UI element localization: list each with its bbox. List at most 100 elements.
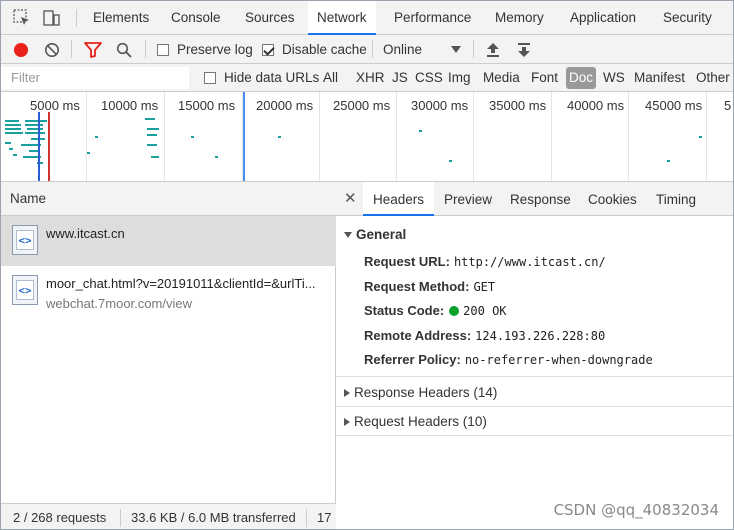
referrer-policy-key: Referrer Policy: xyxy=(364,352,461,367)
devtools-tabbar: Elements Console Sources Network Perform… xyxy=(1,1,733,35)
request-row[interactable]: <> moor_chat.html?v=20191011&clientId=&u… xyxy=(1,266,336,316)
request-domain: webchat.7moor.com/view xyxy=(46,296,192,311)
timeline-request-bar xyxy=(5,142,11,144)
timeline-request-bar xyxy=(27,128,43,130)
timeline-request-bar xyxy=(5,124,21,126)
filter-type-all[interactable]: All xyxy=(323,64,338,92)
tab-cookies[interactable]: Cookies xyxy=(588,182,637,216)
filter-type-js[interactable]: JS xyxy=(392,64,408,92)
response-headers-title: Response Headers (14) xyxy=(354,385,498,400)
throttling-value: Online xyxy=(383,42,423,57)
disable-cache-box[interactable] xyxy=(262,43,274,56)
domcontentloaded-marker xyxy=(38,112,40,181)
filter-toggle-button[interactable] xyxy=(84,35,102,64)
section-divider xyxy=(336,435,733,436)
load-event-marker xyxy=(48,112,50,181)
filter-bar: Filter Hide data URLs All XHR JS CSS Img… xyxy=(1,64,733,92)
hide-data-urls-box[interactable] xyxy=(204,72,216,84)
inspect-element-icon[interactable] xyxy=(13,9,31,27)
request-headers-toggle[interactable]: Request Headers (10) xyxy=(344,414,487,429)
response-headers-toggle[interactable]: Response Headers (14) xyxy=(344,385,497,400)
preserve-log-checkbox[interactable]: Preserve log xyxy=(157,35,253,64)
tab-memory[interactable]: Memory xyxy=(495,1,544,35)
preserve-log-box[interactable] xyxy=(157,43,169,56)
timeline-gridline xyxy=(86,92,87,181)
timeline-tick: 10000 ms xyxy=(101,98,159,113)
hide-data-urls-checkbox[interactable]: Hide data URLs xyxy=(204,64,319,92)
device-toolbar-icon[interactable] xyxy=(43,9,61,27)
timeline-request-bar xyxy=(667,160,670,162)
html-code-glyph: <> xyxy=(16,230,34,250)
general-section-toggle[interactable]: General xyxy=(344,227,406,242)
filter-type-css[interactable]: CSS xyxy=(415,64,443,92)
timeline-request-bar xyxy=(151,156,159,158)
filter-type-doc[interactable]: Doc xyxy=(566,67,597,89)
disable-cache-checkbox[interactable]: Disable cache xyxy=(262,35,367,64)
tab-application[interactable]: Application xyxy=(570,1,636,35)
tab-security[interactable]: Security xyxy=(663,1,712,35)
timeline-tick: 35000 ms xyxy=(489,98,547,113)
record-button[interactable] xyxy=(13,35,29,64)
timeline-request-bar xyxy=(145,118,155,120)
timeline-tick: 40000 ms xyxy=(567,98,625,113)
timeline-tick: 15000 ms xyxy=(178,98,236,113)
timeline-gridline xyxy=(551,92,552,181)
hide-data-urls-label: Hide data URLs xyxy=(224,70,320,85)
filter-input[interactable]: Filter xyxy=(1,67,189,89)
document-icon: <> xyxy=(12,275,38,305)
request-count: 2 / 268 requests xyxy=(13,510,107,525)
search-button[interactable] xyxy=(116,35,132,64)
status-code-value: 200 OK xyxy=(463,304,507,318)
filter-type-media[interactable]: Media xyxy=(483,64,520,92)
clear-button[interactable] xyxy=(44,35,60,64)
tab-response[interactable]: Response xyxy=(510,182,571,216)
tab-headers[interactable]: Headers xyxy=(363,182,435,216)
request-method-row: Request Method: GET xyxy=(364,279,495,294)
status-code-row: Status Code: 200 OK xyxy=(364,303,507,318)
referrer-policy-row: Referrer Policy: no-referrer-when-downgra… xyxy=(364,352,653,367)
network-overview-timeline[interactable]: 5000 ms 10000 ms 15000 ms 20000 ms 25000… xyxy=(1,92,733,182)
transferred-size: 33.6 KB / 6.0 MB transferred xyxy=(131,510,296,525)
tab-sources[interactable]: Sources xyxy=(245,1,295,35)
name-column-header[interactable]: Name xyxy=(1,182,336,216)
throttling-select[interactable]: Online xyxy=(383,35,461,64)
toolbar-separator xyxy=(71,40,72,58)
import-har-button[interactable] xyxy=(487,35,499,64)
tab-preview[interactable]: Preview xyxy=(444,182,492,216)
timeline-request-bar xyxy=(191,136,194,138)
tab-performance[interactable]: Performance xyxy=(394,1,471,35)
filter-type-xhr[interactable]: XHR xyxy=(356,64,385,92)
filter-type-manifest[interactable]: Manifest xyxy=(634,64,685,92)
filter-type-img[interactable]: Img xyxy=(448,64,471,92)
request-url-value: http://www.itcast.cn/ xyxy=(453,255,606,269)
timeline-selection-marker[interactable] xyxy=(243,92,245,181)
timeline-request-bar xyxy=(147,134,157,136)
close-details-icon[interactable]: ✕ xyxy=(344,182,357,216)
tab-console[interactable]: Console xyxy=(171,1,221,35)
filter-type-other[interactable]: Other xyxy=(696,64,730,92)
tab-elements[interactable]: Elements xyxy=(93,1,149,35)
timeline-gridline xyxy=(473,92,474,181)
timeline-request-bar xyxy=(419,130,422,132)
timeline-request-bar xyxy=(5,120,19,122)
tab-network[interactable]: Network xyxy=(308,1,376,35)
csdn-watermark: CSDN @qq_40832034 xyxy=(553,501,719,519)
timeline-request-bar xyxy=(87,152,90,154)
upload-icon xyxy=(487,42,499,57)
request-method-value: GET xyxy=(473,280,496,294)
filter-type-ws[interactable]: WS xyxy=(603,64,625,92)
download-icon xyxy=(518,42,530,57)
timeline-request-bar xyxy=(25,120,47,122)
timeline-tick: 30000 ms xyxy=(411,98,469,113)
preserve-log-label: Preserve log xyxy=(177,42,253,57)
status-extra: 17 xyxy=(317,510,332,525)
collapse-triangle-icon xyxy=(344,418,350,427)
tab-timing[interactable]: Timing xyxy=(656,182,696,216)
timeline-request-bar xyxy=(25,132,45,134)
request-row[interactable]: <> www.itcast.cn xyxy=(1,216,336,266)
timeline-gridline xyxy=(396,92,397,181)
remote-address-key: Remote Address: xyxy=(364,328,472,343)
details-tabbar: ✕ Headers Preview Response Cookies Timin… xyxy=(336,182,733,216)
export-har-button[interactable] xyxy=(518,35,530,64)
filter-type-font[interactable]: Font xyxy=(531,64,558,92)
